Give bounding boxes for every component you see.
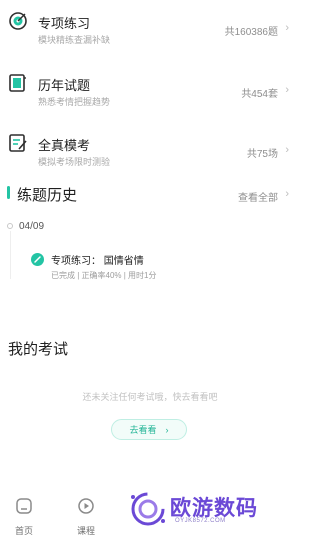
practice-item-past-papers[interactable]: 历年试题 熟悉考情把握趋势 共454套 ›	[0, 62, 300, 118]
practice-item-mock-exam[interactable]: 全真模考 模拟考场限时测验 共75场 ›	[0, 122, 300, 178]
practice-item-subtitle: 熟悉考情把握趋势	[38, 97, 111, 107]
tab-home[interactable]: 首页	[4, 497, 44, 535]
chevron-right-icon: ›	[285, 144, 289, 156]
watermark-url: OYJK8572.COM	[175, 518, 226, 524]
practice-item-count: 共454套	[241, 89, 278, 100]
history-record-meta: 已完成 | 正确率40% | 用时1分	[51, 271, 157, 280]
target-icon	[8, 10, 28, 32]
practice-item-special[interactable]: 专项练习 模块精练查漏补缺 共160386题 ›	[0, 0, 300, 56]
empty-state-text: 还未关注任何考试哦，快去看看吧	[82, 392, 218, 402]
watermark-emblem-icon	[131, 492, 165, 526]
view-all-link[interactable]: 查看全部	[238, 189, 278, 204]
practice-item-title: 全真模考	[38, 138, 91, 153]
history-date: 04/09	[19, 221, 45, 232]
timeline-line	[10, 231, 11, 279]
pencil-icon	[31, 253, 44, 266]
history-section-title: 练题历史	[17, 187, 78, 204]
tab-course[interactable]: 课程	[66, 497, 106, 535]
chevron-right-icon: ›	[285, 22, 289, 34]
edit-paper-icon	[8, 132, 28, 154]
book-icon	[8, 72, 28, 94]
chevron-right-icon: ›	[165, 424, 169, 435]
my-exam-title: 我的考试	[8, 341, 69, 358]
practice-item-subtitle: 模拟考场限时测验	[38, 157, 111, 167]
practice-item-title: 专项练习	[38, 16, 91, 31]
section-accent-bar	[7, 186, 10, 199]
history-record-title[interactable]: 专项练习： 国情省情	[51, 252, 144, 267]
practice-item-count: 共75场	[246, 149, 278, 160]
timeline-dot	[7, 223, 13, 229]
home-icon	[4, 497, 44, 520]
chevron-right-icon: ›	[285, 84, 289, 96]
play-icon	[66, 497, 106, 520]
watermark-logo: 欧游数码 OYJK8572.COM	[128, 487, 300, 531]
tab-label: 课程	[76, 526, 95, 535]
practice-item-subtitle: 模块精练查漏补缺	[38, 35, 111, 45]
chevron-right-icon: ›	[285, 188, 289, 200]
go-look-label: 去看看	[129, 425, 157, 435]
tab-label: 首页	[14, 526, 33, 535]
practice-item-count: 共160386题	[224, 27, 278, 38]
practice-item-title: 历年试题	[38, 78, 91, 93]
go-look-button[interactable]: 去看看 ›	[111, 419, 187, 440]
